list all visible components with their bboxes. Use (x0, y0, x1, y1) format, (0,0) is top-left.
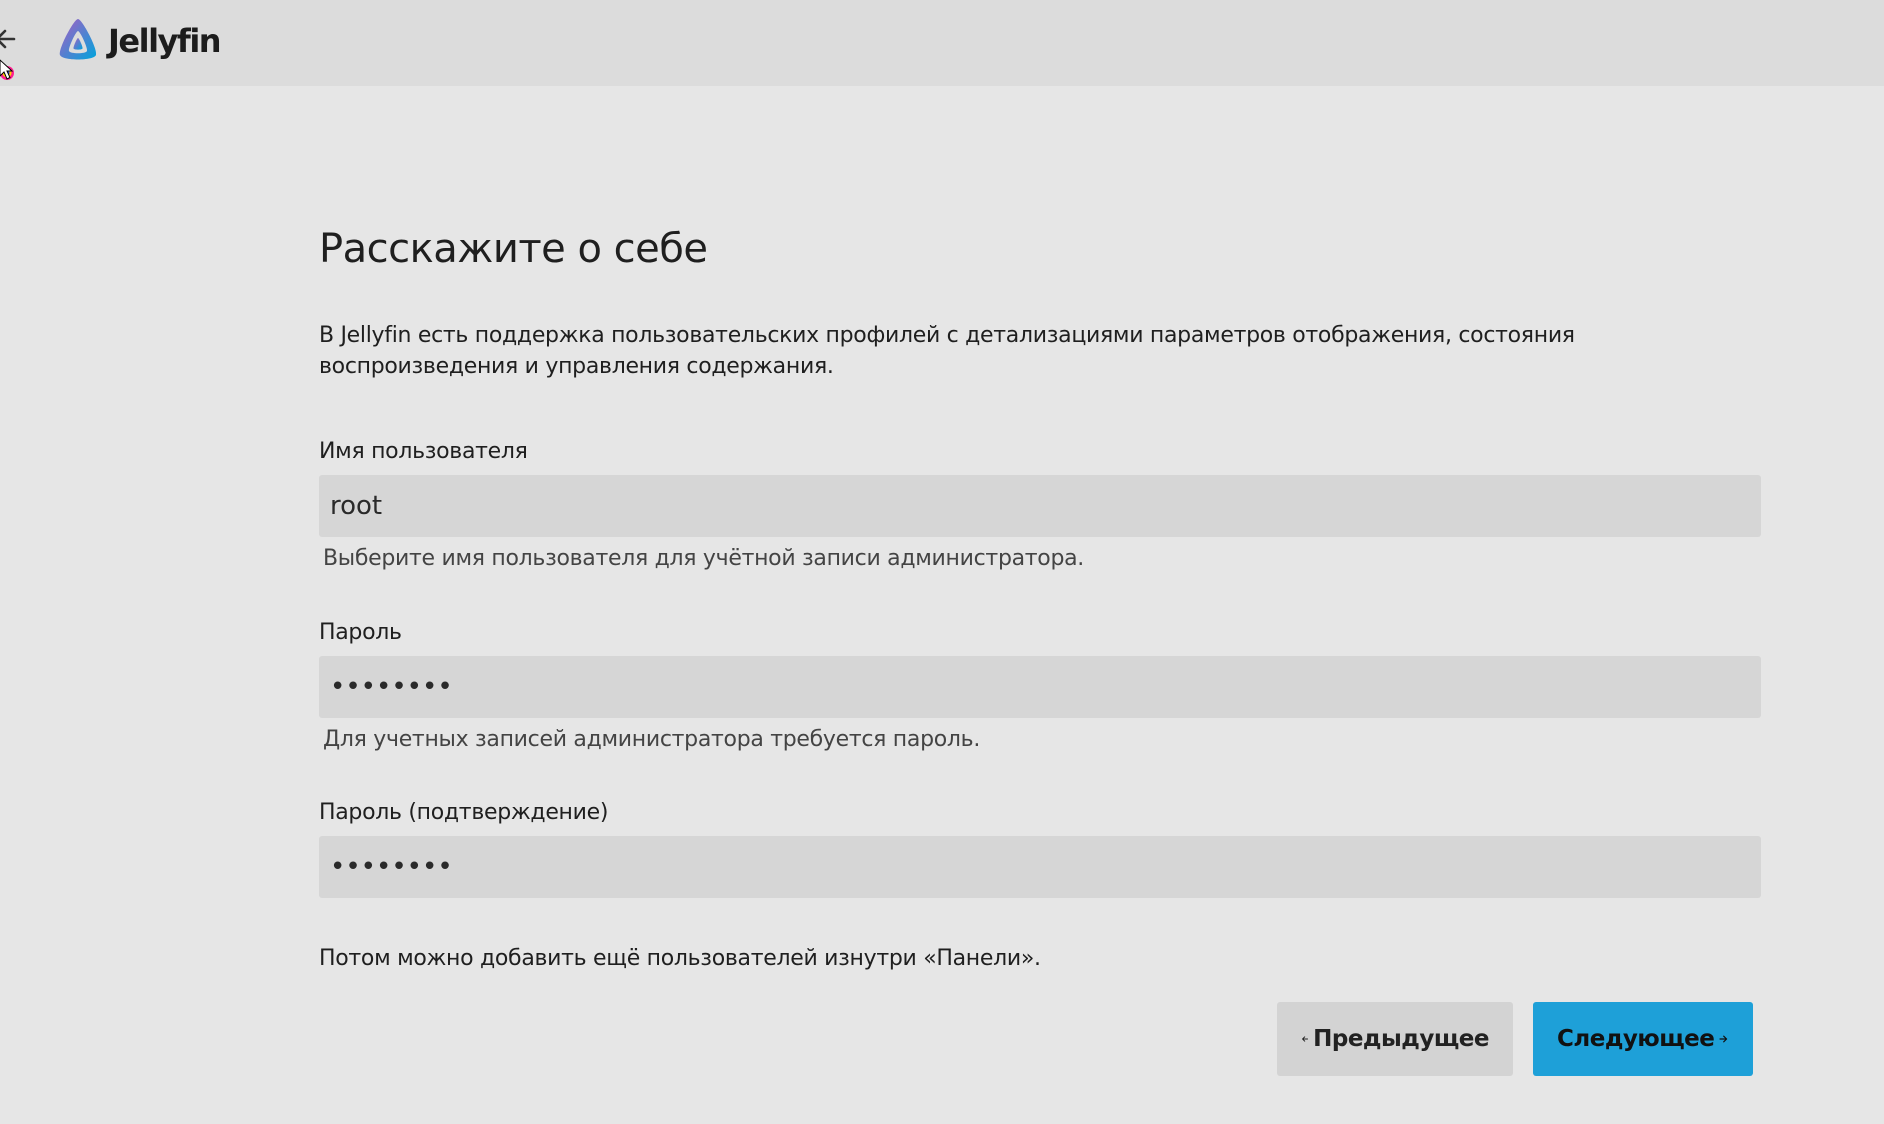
password-label: Пароль (319, 620, 402, 645)
username-label: Имя пользователя (319, 439, 528, 464)
wizard-buttons: Предыдущее Следующее (1277, 1002, 1753, 1076)
arrow-right-icon (1719, 1035, 1728, 1043)
intro-text: В Jellyfin есть поддержка пользовательск… (319, 323, 1575, 379)
next-button-label: Следующее (1557, 1026, 1715, 1052)
password-confirm-label: Пароль (подтверждение) (319, 800, 609, 825)
brand-name: Jellyfin (108, 22, 222, 60)
arrow-left-icon (1302, 1036, 1309, 1042)
username-input[interactable] (319, 475, 1761, 537)
username-hint: Выберите имя пользователя для учётной за… (323, 546, 1085, 571)
password-confirm-input[interactable] (319, 836, 1761, 898)
password-hint: Для учетных записей администратора требу… (323, 727, 981, 752)
password-input[interactable] (319, 656, 1761, 718)
previous-button-label: Предыдущее (1313, 1026, 1489, 1052)
previous-button[interactable]: Предыдущее (1277, 1002, 1513, 1076)
footer-note: Потом можно добавить ещё пользователей и… (319, 946, 1041, 971)
password-confirm-field-group: Пароль (подтверждение) (319, 800, 1761, 898)
jellyfin-logo[interactable]: Jellyfin (54, 16, 222, 66)
next-button[interactable]: Следующее (1533, 1002, 1753, 1076)
arrow-left-icon (0, 29, 16, 49)
back-button[interactable] (0, 22, 22, 56)
jellyfin-logo-icon (59, 19, 97, 60)
username-field-group: Имя пользователя Выберите имя пользовате… (319, 439, 1761, 571)
mouse-cursor-icon (0, 58, 20, 86)
wizard-user-form: Расскажите о себе В Jellyfin есть поддер… (319, 200, 1761, 971)
app-header: Jellyfin (0, 0, 1884, 86)
page-title: Расскажите о себе (319, 226, 708, 272)
password-field-group: Пароль Для учетных записей администратор… (319, 620, 1761, 752)
